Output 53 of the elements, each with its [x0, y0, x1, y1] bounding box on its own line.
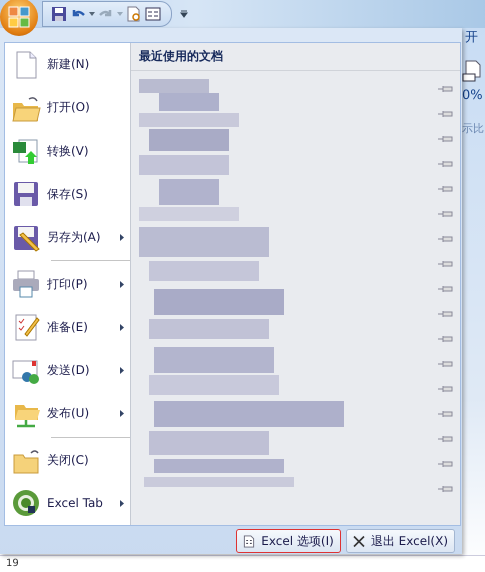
recent-documents-title: 最近使用的文档 [131, 43, 460, 71]
pin-icon[interactable] [438, 360, 454, 368]
pin-icon[interactable] [438, 335, 454, 343]
ribbon-tab[interactable]: 开 [462, 28, 485, 46]
menu-button[interactable]: 退出 Excel(X) [346, 529, 455, 553]
pin-icon[interactable] [438, 210, 454, 218]
menu-item[interactable]: 保存(S) [5, 172, 130, 216]
zoom-label: 0% [462, 88, 484, 103]
menu-item[interactable]: Excel Tab [5, 482, 130, 526]
menu-item[interactable]: 另存为(A) [5, 216, 130, 260]
pin-icon[interactable] [438, 310, 454, 318]
pin-icon[interactable] [438, 110, 454, 118]
close-icon [352, 534, 365, 548]
menu-item[interactable]: 新建(N) [5, 43, 130, 86]
pin-icon[interactable] [438, 260, 454, 268]
dropdown-icon[interactable] [89, 12, 95, 16]
submenu-arrow-icon [120, 280, 124, 288]
menu-item-icon [11, 269, 41, 300]
row-number: 19 [6, 558, 19, 570]
group-label: 示比 [462, 121, 485, 136]
pin-icon[interactable] [438, 85, 454, 93]
pin-icon[interactable] [438, 185, 454, 193]
dropdown-icon [117, 12, 123, 16]
menu-item-icon [11, 488, 41, 518]
pin-icon[interactable] [438, 410, 454, 418]
menu-item[interactable]: 转换(V) [5, 130, 130, 173]
submenu-arrow-icon [120, 324, 124, 331]
customize-icon[interactable] [180, 10, 188, 18]
menu-item[interactable]: 打开(O) [5, 86, 130, 130]
pin-icon[interactable] [438, 460, 454, 468]
submenu-arrow-icon [120, 410, 124, 418]
pin-icon[interactable] [438, 435, 454, 443]
pin-icon[interactable] [438, 285, 454, 293]
office-logo-icon [6, 4, 32, 30]
pin-icon[interactable] [438, 485, 454, 493]
options-icon [243, 534, 256, 548]
menu-item[interactable]: 打印(P) [5, 262, 130, 306]
save-icon[interactable] [51, 6, 67, 22]
pin-icon[interactable] [438, 235, 454, 243]
submenu-arrow-icon [120, 367, 124, 374]
menu-item[interactable]: 发布(U) [5, 392, 130, 436]
pin-icon[interactable] [438, 160, 454, 168]
menu-item[interactable]: 准备(E) [5, 306, 130, 349]
submenu-arrow-icon [120, 500, 124, 507]
menu-item[interactable]: 发送(D) [5, 348, 130, 392]
submenu-arrow-icon [120, 234, 124, 242]
menu-button[interactable]: Excel 选项(I) [236, 529, 341, 553]
menu-item[interactable]: 关闭(C) [5, 438, 130, 482]
print-preview-icon[interactable] [126, 6, 142, 22]
pin-icon[interactable] [438, 385, 454, 393]
form-icon[interactable] [145, 6, 161, 22]
pin-icon[interactable] [438, 135, 454, 143]
office-button[interactable] [0, 0, 38, 36]
